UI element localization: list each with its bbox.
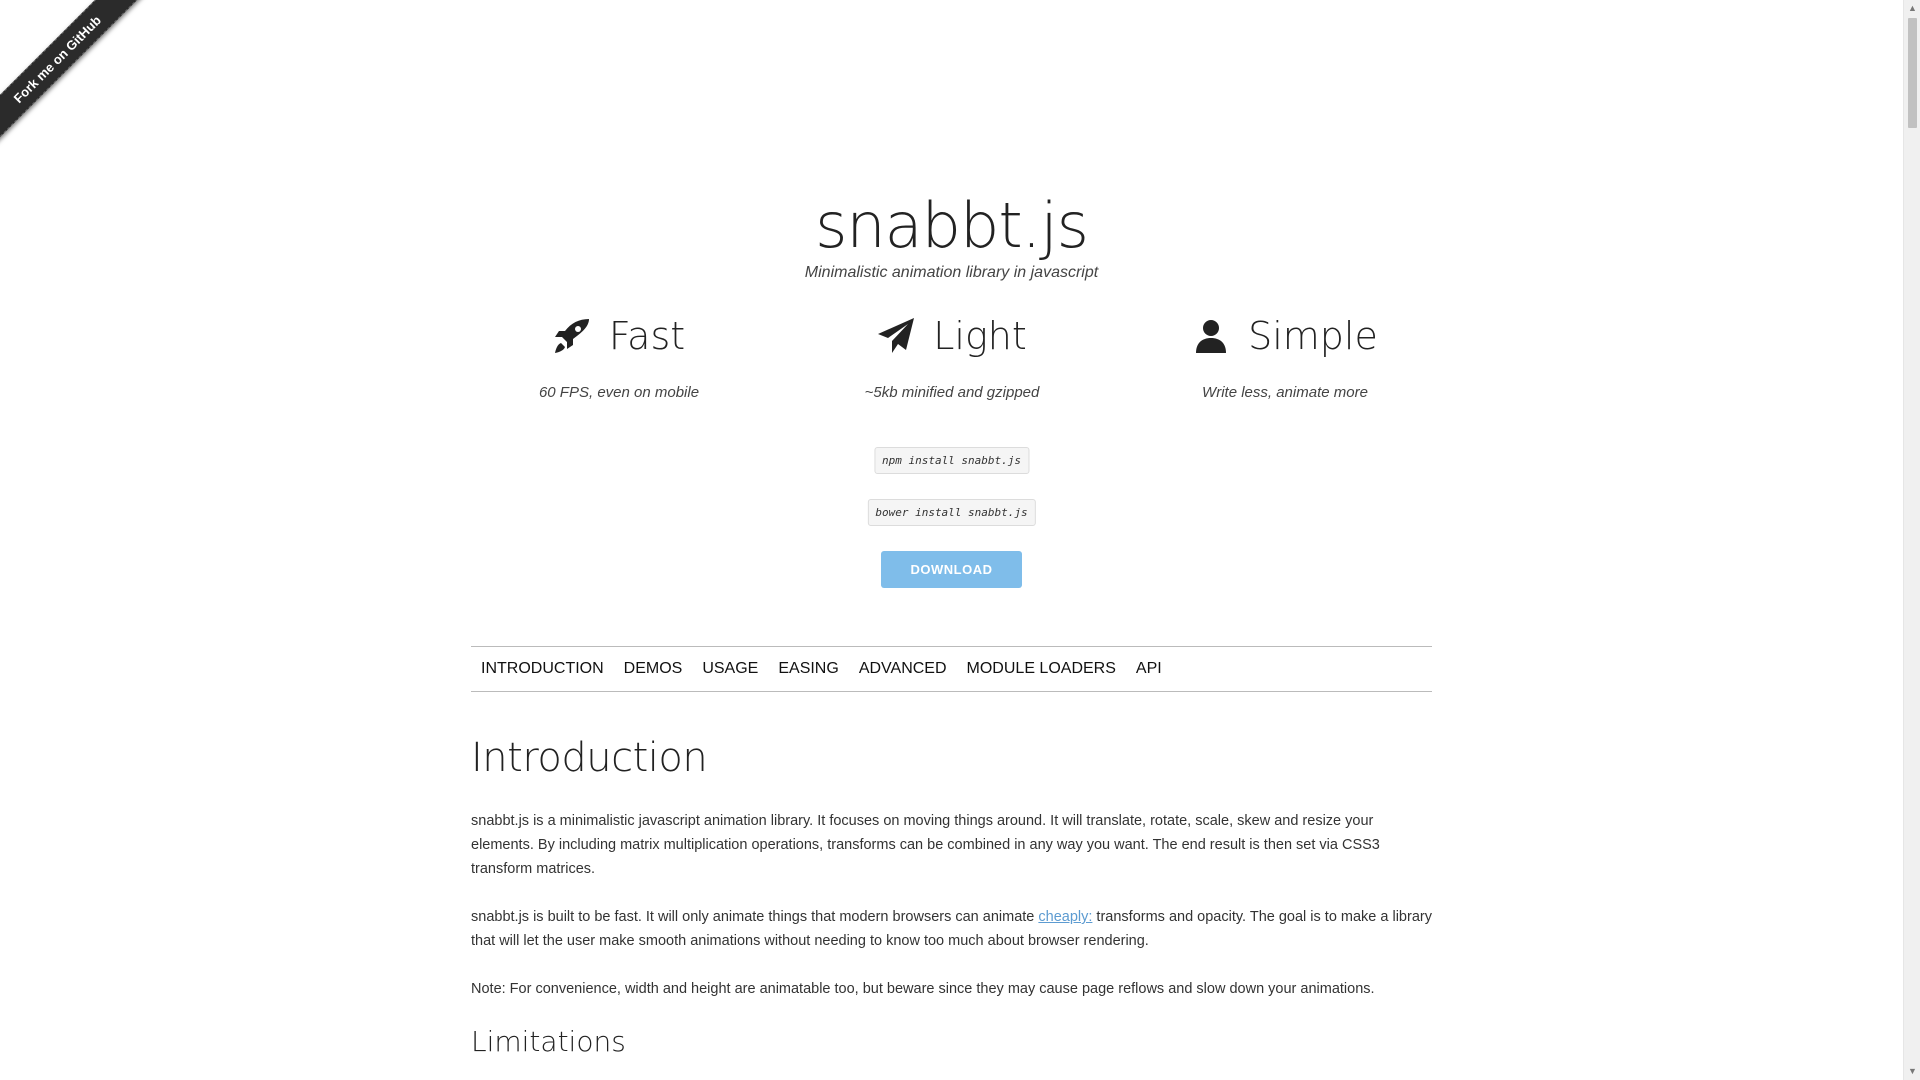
site-title: snabbt.js — [815, 189, 1089, 262]
feature-title-light: Light — [933, 314, 1027, 358]
download-button[interactable]: DOWNLOAD — [881, 551, 1022, 588]
nav-easing[interactable]: EASING — [778, 660, 838, 678]
github-ribbon-container: Fork me on GitHub — [0, 0, 150, 150]
nav-advanced[interactable]: ADVANCED — [859, 660, 947, 678]
nav-usage[interactable]: USAGE — [702, 660, 758, 678]
paper-plane-icon — [878, 318, 915, 353]
intro-paragraph-3: Note: For convenience, width and height … — [471, 981, 1375, 997]
vertical-scrollbar[interactable]: ▲ ▼ — [1903, 0, 1920, 1080]
feature-simple: Simple Write less, animate more — [1120, 312, 1450, 401]
rocket-icon — [554, 319, 589, 353]
page: Fork me on GitHub snabbt.js Minimalistic… — [0, 0, 1903, 1080]
intro-paragraph-2: snabbt.js is built to be fast. It will o… — [471, 905, 1432, 953]
feature-desc-fast: 60 FPS, even on mobile — [538, 384, 700, 401]
scroll-down-arrow-icon[interactable]: ▼ — [1904, 1063, 1920, 1080]
nav-introduction[interactable]: INTRODUCTION — [481, 660, 604, 678]
intro-paragraph-2-start: snabbt.js is built to be fast. It will o… — [471, 909, 1039, 925]
feature-fast: Fast 60 FPS, even on mobile — [454, 312, 784, 401]
section-heading-limitations: Limitations — [471, 1025, 626, 1058]
feature-light: Light ~5kb minified and gzipped — [787, 312, 1117, 401]
fork-github-ribbon[interactable]: Fork me on GitHub — [0, 0, 149, 150]
scroll-up-arrow-icon[interactable]: ▲ — [1904, 0, 1920, 17]
feature-title-fast: Fast — [608, 314, 686, 358]
site-tagline: Minimalistic animation library in javasc… — [804, 264, 1099, 281]
nav-demos[interactable]: DEMOS — [624, 660, 683, 678]
section-nav: INTRODUCTION DEMOS USAGE EASING ADVANCED… — [471, 646, 1432, 692]
nav-api[interactable]: API — [1136, 660, 1162, 678]
user-icon — [1196, 320, 1227, 353]
npm-install-command: npm install snabbt.js — [873, 447, 1030, 474]
nav-module-loaders[interactable]: MODULE LOADERS — [967, 660, 1116, 678]
intro-paragraph-1: snabbt.js is a minimalistic javascript a… — [471, 813, 1380, 877]
section-heading-introduction: Introduction — [471, 735, 708, 781]
cheaply-link[interactable]: cheaply: — [1038, 909, 1092, 925]
feature-desc-light: ~5kb minified and gzipped — [864, 384, 1040, 401]
bower-install-command: bower install snabbt.js — [867, 499, 1036, 526]
feature-desc-simple: Write less, animate more — [1202, 384, 1368, 401]
scrollbar-thumb[interactable] — [1908, 18, 1917, 128]
feature-title-simple: Simple — [1248, 314, 1378, 358]
main-content: Introduction snabbt.js is a minimalistic… — [471, 735, 1432, 1058]
